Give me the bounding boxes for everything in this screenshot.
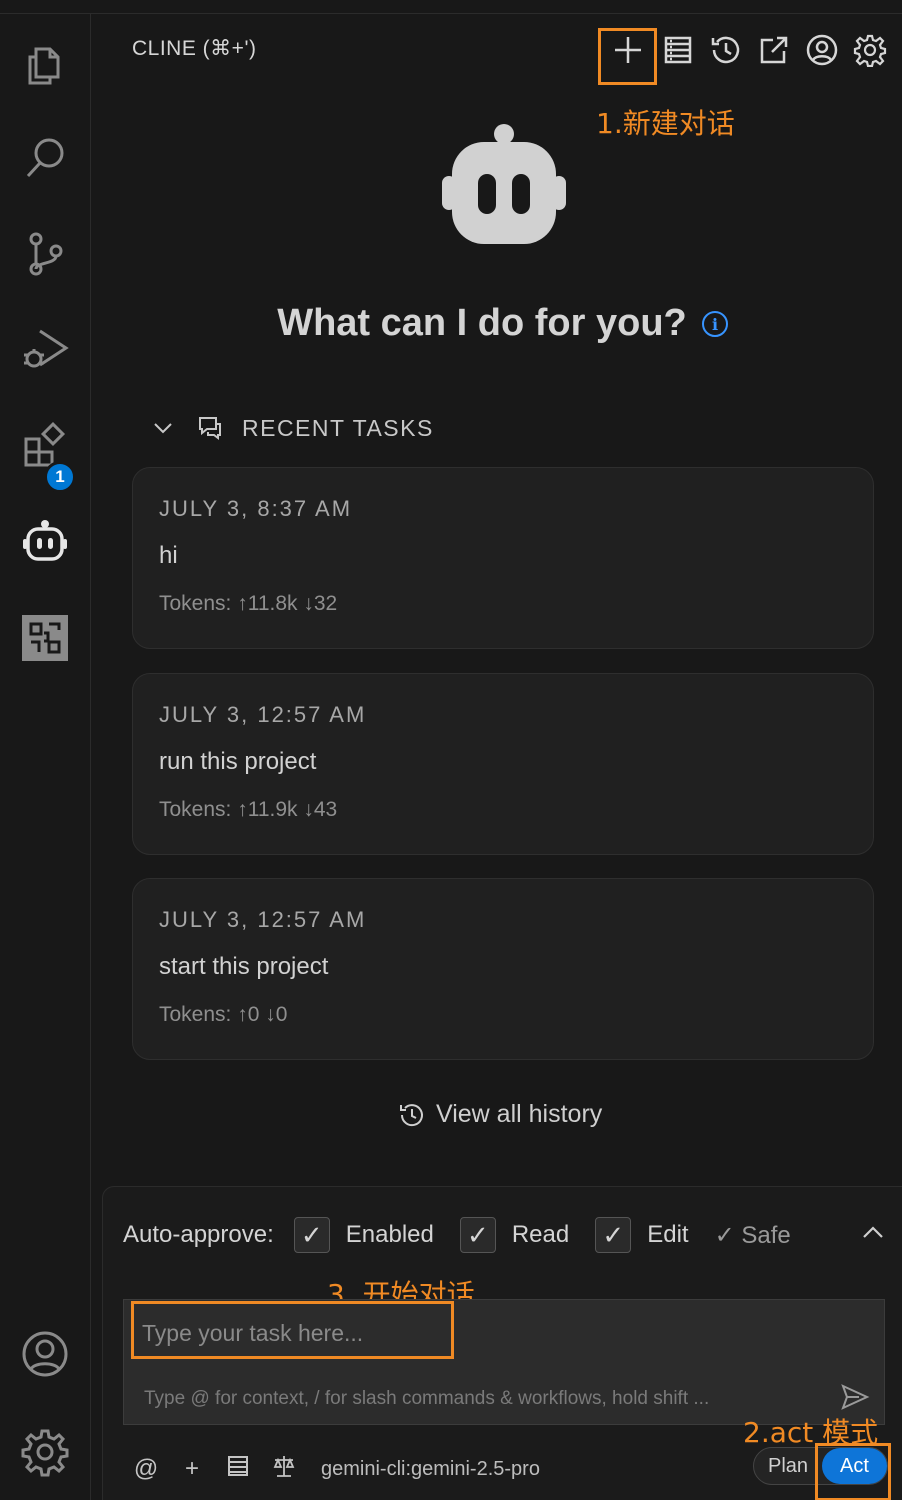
recent-task-card[interactable]: JULY 3, 12:57 AM start this project Toke… bbox=[132, 878, 874, 1060]
auto-approve-edit[interactable]: ✓ Edit bbox=[595, 1217, 689, 1253]
scale-icon[interactable] bbox=[267, 1454, 301, 1485]
cline-panel: CLINE (⌘+') 1.新建对话 What can I do for you… bbox=[92, 14, 902, 1500]
task-date: JULY 3, 12:57 AM bbox=[159, 907, 367, 932]
chat-input-area: Auto-approve: ✓ Enabled ✓ Read ✓ Edit ✓ Saf… bbox=[102, 1186, 902, 1500]
qr-scanner-icon[interactable] bbox=[17, 610, 73, 666]
cline-icon[interactable] bbox=[17, 514, 73, 570]
view-all-history-label: View all history bbox=[436, 1100, 603, 1128]
panel-title: CLINE (⌘+') bbox=[132, 37, 257, 60]
checkbox-checked-icon[interactable]: ✓ bbox=[459, 1217, 496, 1253]
recent-task-card[interactable]: JULY 3, 12:57 AM run this project Tokens… bbox=[132, 673, 874, 855]
task-title: run this project bbox=[159, 748, 317, 775]
auto-approve-read[interactable]: ✓ Read bbox=[459, 1217, 570, 1253]
auto-approve-enabled[interactable]: ✓ Enabled bbox=[293, 1217, 434, 1253]
mcp-servers-icon[interactable] bbox=[658, 30, 698, 70]
source-control-icon[interactable] bbox=[17, 226, 73, 282]
mcp-server-icon[interactable] bbox=[221, 1455, 255, 1484]
account-circle-icon[interactable] bbox=[802, 30, 842, 70]
edit-label: Edit bbox=[647, 1221, 689, 1248]
add-files-button[interactable]: + bbox=[175, 1455, 209, 1483]
info-icon[interactable]: i bbox=[702, 311, 728, 337]
annotation-new-chat: 1.新建对话 bbox=[596, 107, 735, 140]
search-icon[interactable] bbox=[17, 130, 73, 186]
run-debug-icon[interactable] bbox=[17, 320, 73, 376]
cline-robot-logo bbox=[442, 124, 566, 244]
task-input-hint: Type @ for context, / for slash commands… bbox=[144, 1388, 710, 1409]
task-tokens: Tokens: ↑0 ↓0 bbox=[159, 1003, 288, 1026]
window-top-bar bbox=[0, 0, 902, 14]
annotation-box-task-input bbox=[131, 1301, 454, 1359]
annotation-box-act bbox=[815, 1443, 891, 1500]
annotation-act-mode: 2.act 模式 bbox=[743, 1416, 879, 1449]
activity-bar: 1 bbox=[0, 14, 91, 1500]
send-icon[interactable] bbox=[840, 1382, 870, 1412]
task-title: hi bbox=[159, 542, 178, 569]
auto-approve-bar[interactable]: Auto-approve: ✓ Enabled ✓ Read ✓ Edit ✓ Saf… bbox=[123, 1215, 795, 1255]
history-small-icon bbox=[400, 1103, 423, 1126]
popout-icon[interactable] bbox=[754, 30, 794, 70]
welcome-headline: What can I do for you? bbox=[277, 302, 687, 344]
read-label: Read bbox=[511, 1221, 570, 1248]
annotation-box-new-task bbox=[598, 28, 657, 85]
account-icon[interactable] bbox=[17, 1326, 73, 1382]
input-footer: @ + gemini-cli:gemini-2.5-pro bbox=[129, 1451, 540, 1487]
context-mention-button[interactable]: @ bbox=[129, 1455, 163, 1483]
recent-tasks-header[interactable]: RECENT TASKS bbox=[152, 412, 434, 444]
plan-mode-button[interactable]: Plan bbox=[754, 1448, 822, 1484]
auto-approve-label: Auto-approve: bbox=[123, 1221, 274, 1248]
task-tokens: Tokens: ↑11.8k ↓32 bbox=[159, 592, 338, 615]
model-selector[interactable]: gemini-cli:gemini-2.5-pro bbox=[321, 1458, 540, 1481]
chevron-up-icon[interactable] bbox=[861, 1221, 885, 1245]
checkbox-checked-icon[interactable]: ✓ bbox=[293, 1217, 330, 1253]
explorer-icon[interactable] bbox=[17, 36, 73, 92]
extensions-badge: 1 bbox=[44, 461, 76, 493]
enabled-label: Enabled bbox=[345, 1221, 434, 1248]
task-date: JULY 3, 12:57 AM bbox=[159, 702, 367, 727]
recent-task-card[interactable]: JULY 3, 8:37 AM hi Tokens: ↑11.8k ↓32 bbox=[132, 467, 874, 649]
settings-icon[interactable] bbox=[850, 30, 890, 70]
task-title: start this project bbox=[159, 953, 329, 980]
task-date: JULY 3, 8:37 AM bbox=[159, 496, 353, 521]
recent-tasks-label: RECENT TASKS bbox=[242, 414, 434, 441]
chevron-down-icon[interactable] bbox=[152, 417, 174, 439]
auto-approve-safe: ✓ Safe bbox=[714, 1221, 791, 1249]
checkbox-checked-icon[interactable]: ✓ bbox=[595, 1217, 632, 1253]
chat-bubbles-icon bbox=[199, 417, 221, 440]
history-icon[interactable] bbox=[706, 30, 746, 70]
view-all-history-link[interactable]: View all history bbox=[398, 1100, 602, 1129]
task-tokens: Tokens: ↑11.9k ↓43 bbox=[159, 798, 338, 821]
settings-gear-icon[interactable] bbox=[17, 1424, 73, 1480]
